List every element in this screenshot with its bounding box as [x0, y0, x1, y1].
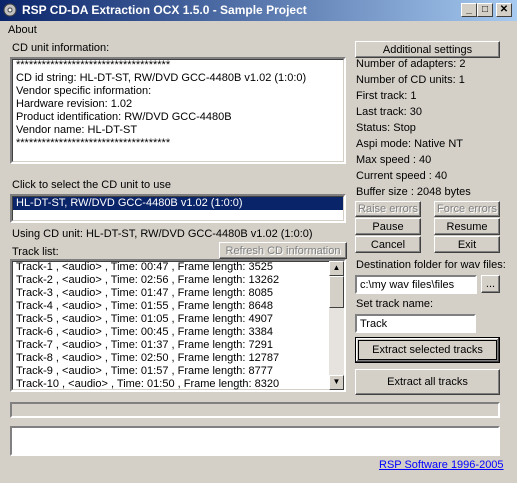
info-first-track: First track: 1	[356, 90, 417, 102]
track-row[interactable]: Track-2 , <audio> , Time: 02:56 , Frame …	[16, 274, 279, 286]
close-icon: ✕	[499, 4, 509, 15]
select-unit-label: Click to select the CD unit to use	[12, 179, 171, 191]
exit-button[interactable]: Exit	[434, 236, 500, 253]
cd-unit-item-selected[interactable]: HL-DT-ST, RW/DVD GCC-4480B v1.02 (1:0:0)	[13, 197, 343, 210]
cd-info-line: ************************************	[16, 137, 171, 149]
track-row[interactable]: Track-3 , <audio> , Time: 01:47 , Frame …	[16, 287, 273, 299]
scroll-thumb[interactable]	[329, 276, 344, 308]
track-list-scrollbar[interactable]: ▲ ▼	[329, 261, 344, 390]
maximize-button[interactable]: □	[477, 3, 493, 17]
track-list-label: Track list:	[12, 246, 59, 258]
track-row[interactable]: Track-1 , <audio> , Time: 00:47 , Frame …	[16, 261, 273, 273]
extract-all-button[interactable]: Extract all tracks	[355, 369, 500, 395]
resume-button[interactable]: Resume	[434, 218, 500, 235]
info-cd-units: Number of CD units: 1	[356, 74, 465, 86]
info-last-track: Last track: 30	[356, 106, 423, 118]
cd-info-line: Vendor name: HL-DT-ST	[16, 124, 138, 136]
info-aspi-mode: Aspi mode: Native NT	[356, 138, 463, 150]
cd-info-label: CD unit information:	[12, 42, 110, 54]
cancel-button[interactable]: Cancel	[355, 236, 421, 253]
cd-unit-item-label: HL-DT-ST, RW/DVD GCC-4480B v1.02 (1:0:0)	[16, 197, 243, 209]
rsp-software-link[interactable]: RSP Software 1996-2005	[379, 459, 504, 471]
minimize-icon: _	[466, 4, 472, 15]
cd-info-line: Product identification: RW/DVD GCC-4480B	[16, 111, 232, 123]
cd-info-line: CD id string: HL-DT-ST, RW/DVD GCC-4480B…	[16, 72, 307, 84]
track-row[interactable]: Track-4 , <audio> , Time: 01:55 , Frame …	[16, 300, 273, 312]
track-row[interactable]: Track-9 , <audio> , Time: 01:57 , Frame …	[16, 365, 273, 377]
refresh-cd-button[interactable]: Refresh CD information	[219, 242, 347, 259]
menu-bar: About	[0, 21, 517, 39]
menu-about[interactable]: About	[8, 24, 37, 36]
track-row[interactable]: Track-6 , <audio> , Time: 00:45 , Frame …	[16, 326, 273, 338]
track-row[interactable]: Track-5 , <audio> , Time: 01:05 , Frame …	[16, 313, 273, 325]
info-buffer-size: Buffer size : 2048 bytes	[356, 186, 471, 198]
info-max-speed: Max speed : 40	[356, 154, 432, 166]
app-icon	[3, 3, 17, 17]
track-row[interactable]: Track-10 , <audio> , Time: 01:50 , Frame…	[16, 378, 279, 390]
browse-button[interactable]: ...	[481, 275, 500, 293]
additional-settings-button[interactable]: Additional settings	[355, 41, 500, 58]
scroll-up-arrow-icon[interactable]: ▲	[329, 261, 344, 276]
force-errors-button[interactable]: Force errors	[434, 201, 500, 217]
minimize-button[interactable]: _	[461, 3, 477, 17]
info-current-speed: Current speed : 40	[356, 170, 448, 182]
progress-bar	[10, 402, 500, 418]
dest-folder-value: c:\my wav files\files	[360, 279, 455, 291]
track-name-value: Track	[360, 318, 388, 330]
pause-button[interactable]: Pause	[355, 218, 421, 235]
cd-unit-list[interactable]: HL-DT-ST, RW/DVD GCC-4480B v1.02 (1:0:0)	[10, 194, 346, 223]
dest-folder-input[interactable]: c:\my wav files\files	[355, 275, 477, 294]
close-button[interactable]: ✕	[496, 3, 512, 17]
track-name-input[interactable]: Track	[355, 314, 476, 333]
window-title: RSP CD-DA Extraction OCX 1.5.0 - Sample …	[22, 3, 307, 17]
using-unit-text: Using CD unit: HL-DT-ST, RW/DVD GCC-4480…	[12, 228, 313, 240]
track-row[interactable]: Track-7 , <audio> , Time: 01:37 , Frame …	[16, 339, 273, 351]
cd-info-line: Hardware revision: 1.02	[16, 98, 133, 110]
info-status: Status: Stop	[356, 122, 416, 134]
scroll-down-arrow-icon[interactable]: ▼	[329, 375, 344, 390]
title-bar: RSP CD-DA Extraction OCX 1.5.0 - Sample …	[0, 0, 517, 21]
track-row[interactable]: Track-8 , <audio> , Time: 02:50 , Frame …	[16, 352, 279, 364]
status-box	[10, 426, 500, 456]
extract-selected-button[interactable]: Extract selected tracks	[355, 337, 500, 363]
raise-errors-button[interactable]: Raise errors	[355, 201, 421, 217]
cd-info-textbox[interactable]: ************************************ CD …	[10, 57, 346, 164]
track-name-label: Set track name:	[356, 298, 434, 310]
maximize-icon: □	[481, 4, 489, 15]
cd-info-line: ************************************	[16, 59, 171, 71]
info-adapters: Number of adapters: 2	[356, 58, 466, 70]
cd-info-line: Vendor specific information:	[16, 85, 152, 97]
dest-folder-label: Destination folder for wav files:	[356, 259, 506, 271]
track-list[interactable]: Track-1 , <audio> , Time: 00:47 , Frame …	[10, 259, 346, 392]
